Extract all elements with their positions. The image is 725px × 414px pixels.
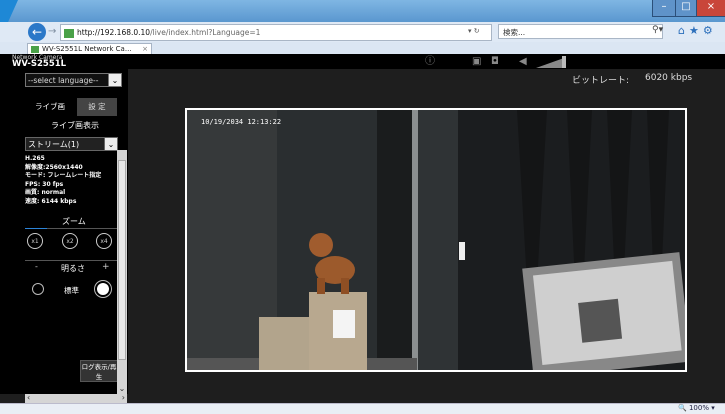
scroll-left-icon[interactable]: ‹ bbox=[27, 393, 30, 402]
url-host: http://192.168.0.10 bbox=[77, 28, 151, 37]
volume-handle[interactable] bbox=[562, 56, 566, 68]
brightness-title: 明るさ bbox=[61, 264, 85, 273]
info-quality: 画質: normal bbox=[25, 189, 66, 196]
tab-settings[interactable]: 設 定 bbox=[77, 98, 117, 116]
browser-statusbar bbox=[0, 403, 725, 414]
help-icon[interactable]: ⓘ bbox=[425, 55, 435, 68]
zoom-x2-button[interactable]: x2 bbox=[62, 233, 78, 249]
sidebar-scrollbar-horizontal[interactable]: ‹ › bbox=[25, 393, 127, 403]
brightness-down-icon[interactable] bbox=[32, 283, 44, 295]
camera-model: WV-S2551L bbox=[12, 59, 67, 69]
scroll-thumb[interactable] bbox=[118, 160, 126, 360]
zoom-x1-button[interactable]: x1 bbox=[27, 233, 43, 249]
brightness-divider bbox=[25, 260, 125, 261]
control-sidebar bbox=[0, 69, 128, 394]
info-resolution: 解像度:2560x1440 bbox=[25, 163, 83, 171]
page-favicon-icon bbox=[64, 28, 74, 38]
url-path: /live/index.html?Language=1 bbox=[150, 28, 261, 37]
search-icon[interactable]: ⚲▾ bbox=[652, 25, 663, 35]
browser-tools-icons[interactable]: ⌂★⚙ bbox=[678, 24, 717, 37]
info-bitrate: 速度: 6144 kbps bbox=[25, 197, 77, 205]
tab-title: WV-S2551L Network Ca... bbox=[42, 45, 132, 53]
maximize-button[interactable]: □ bbox=[675, 0, 697, 17]
live-section-title: ライブ画表示 bbox=[51, 121, 99, 130]
forward-button[interactable]: → bbox=[48, 26, 60, 38]
brightness-plus-label: + bbox=[102, 262, 110, 272]
info-fps: FPS: 30 fps bbox=[25, 180, 64, 188]
info-codec: H.265 bbox=[25, 155, 45, 162]
close-window-button[interactable]: × bbox=[696, 0, 725, 17]
zoom-x4-button[interactable]: x4 bbox=[96, 233, 112, 249]
info-mode: モード: フレームレート指定 bbox=[25, 172, 102, 179]
speaker-icon[interactable]: ◀ bbox=[519, 55, 527, 68]
tab-live[interactable]: ライブ画 bbox=[25, 98, 75, 116]
live-video-frame[interactable]: 10/19/2034 12:13:22 bbox=[185, 108, 687, 372]
log-playback-button[interactable]: ログ表示/再生 bbox=[80, 360, 118, 382]
browser-zoom-value: 100% bbox=[688, 404, 709, 412]
browser-titlebar bbox=[0, 0, 725, 22]
camera-header bbox=[0, 54, 725, 69]
camera-image: 10/19/2034 12:13:22 bbox=[187, 110, 685, 370]
scroll-right-icon[interactable]: › bbox=[122, 393, 125, 402]
bitrate-label: ビットレート: bbox=[572, 76, 630, 86]
zoom-accent bbox=[25, 228, 47, 229]
brightness-standard-button[interactable]: 標準 bbox=[64, 285, 79, 296]
fullscreen-icon[interactable]: ▣ bbox=[472, 55, 481, 68]
search-input[interactable]: 検索... bbox=[498, 24, 663, 39]
sidebar-scrollbar-vertical[interactable]: ⌄ bbox=[117, 150, 127, 395]
browser-zoom-level[interactable]: 🔍 100% ▾ bbox=[678, 403, 715, 413]
chevron-down-icon[interactable]: ⌄ bbox=[108, 73, 122, 87]
brightness-minus-label: - bbox=[35, 262, 38, 271]
address-bar[interactable]: http://192.168.0.10/live/index.html?Lang… bbox=[60, 24, 492, 41]
snapshot-icon[interactable]: ◘ bbox=[491, 55, 499, 68]
bitrate-value: 6020 kbps bbox=[645, 73, 693, 83]
refresh-icon[interactable]: ▾ ↻ bbox=[468, 24, 480, 39]
brightness-up-icon[interactable] bbox=[97, 283, 109, 295]
back-button[interactable]: ← bbox=[28, 23, 46, 41]
language-select[interactable]: --select language-- bbox=[25, 73, 117, 87]
video-timestamp: 10/19/2034 12:13:22 bbox=[201, 118, 282, 126]
volume-slider[interactable] bbox=[536, 58, 564, 68]
zoom-title: ズーム bbox=[62, 217, 86, 226]
zoom-divider bbox=[25, 228, 125, 229]
minimize-button[interactable]: – bbox=[652, 0, 676, 17]
chevron-down-icon[interactable]: ⌄ bbox=[104, 137, 118, 151]
tab-favicon-icon bbox=[31, 45, 39, 53]
camera-scene bbox=[187, 110, 685, 370]
stream-info: H.265 解像度:2560x1440 モード: フレームレート指定 FPS: … bbox=[25, 155, 120, 206]
